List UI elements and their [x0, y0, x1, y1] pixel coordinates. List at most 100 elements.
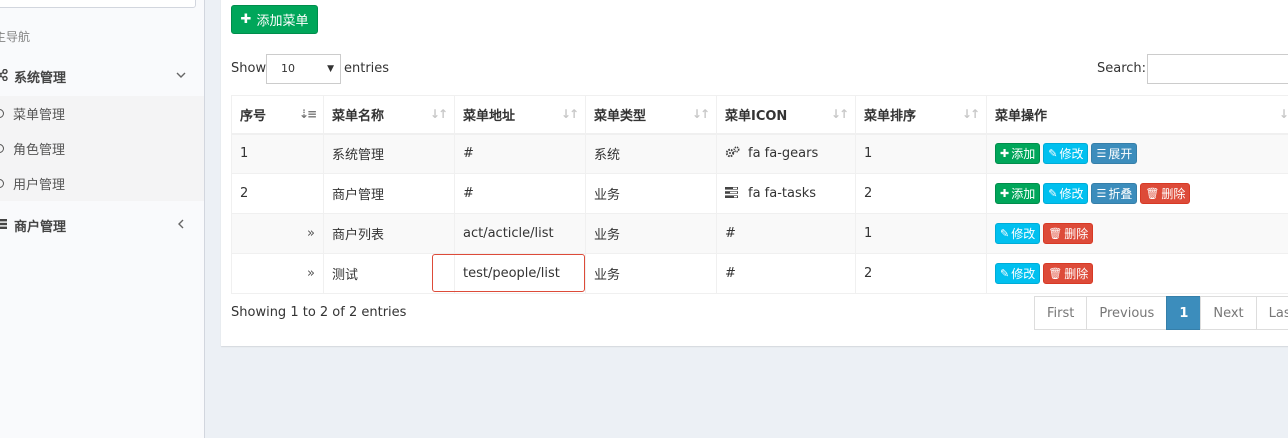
plus-icon: ✚ [1000, 147, 1010, 161]
cell-name: 测试 [323, 253, 455, 294]
caret-down-icon: ▼ [327, 64, 334, 74]
cell-icon-text: fa fa-tasks [748, 186, 817, 201]
cell-url: test/people/list [454, 253, 586, 294]
plus-icon: ✚ [1000, 187, 1010, 200]
add-menu-button[interactable]: ✚ 添加菜单 [231, 5, 318, 34]
edit-button[interactable]: ✎ 修改 [1043, 143, 1089, 165]
expand-button[interactable]: ☰ 展开 [1091, 143, 1138, 165]
column-header-index[interactable]: 序号 ⇣≡ [231, 95, 324, 135]
delete-button[interactable]: 🗑 删除 [1043, 263, 1094, 284]
sidebar-subitem-role[interactable]: 角色管理 [0, 131, 204, 166]
entries-label: entries [344, 61, 390, 76]
column-header-name[interactable]: 菜单名称 ↓↑ [323, 95, 455, 135]
tasks-icon [0, 218, 8, 233]
sidebar-item-label: 商户管理 [14, 219, 67, 235]
cell-actions: ✎ 修改 🗑 删除 [986, 213, 1288, 254]
column-header-icon[interactable]: 菜单ICON ↓↑ [716, 95, 856, 135]
table-info: Showing 1 to 2 of 2 entries [231, 305, 407, 320]
cell-actions: ✎ 修改 🗑 删除 [986, 253, 1288, 294]
table-row[interactable]: » 测试 test/people/list 业务 # 2 ✎ 修改 🗑 删除 [231, 253, 1288, 294]
sidebar-item-merchant[interactable]: 商户管理 [0, 208, 204, 242]
cell-name: 系统管理 [323, 133, 455, 174]
edit-button[interactable]: ✎ 修改 [995, 263, 1041, 284]
collapse-button[interactable]: ☰ 折叠 [1091, 183, 1138, 204]
cell-url: # [454, 173, 586, 214]
circle-icon [0, 179, 4, 188]
sidebar-search-input[interactable] [0, 0, 196, 8]
sort-icon: ↓↑ [691, 107, 710, 121]
show-label: Show [231, 61, 267, 76]
column-header-url[interactable]: 菜单地址 ↓↑ [454, 95, 586, 135]
cell-actions: ✚ 添加 ✎ 修改 ☰ 展开 [986, 133, 1288, 174]
edit-icon: ✎ [1048, 187, 1058, 200]
delete-button[interactable]: 🗑 删除 [1140, 183, 1191, 204]
cell-index: 1 [231, 133, 324, 174]
sidebar-item-label: 系统管理 [14, 70, 67, 86]
sort-icon: ↓↑ [961, 107, 980, 121]
sidebar-header: 主导航 [0, 30, 31, 44]
add-menu-label: 添加菜单 [256, 14, 309, 29]
page-length-value: 10 [281, 62, 295, 75]
search-input[interactable] [1147, 54, 1288, 84]
cell-order: 2 [855, 253, 987, 294]
delete-button[interactable]: 🗑 删除 [1043, 223, 1094, 244]
sort-asc-icon: ⇣≡ [298, 107, 317, 121]
search-label: Search: [1097, 61, 1147, 76]
chevron-down-icon [176, 69, 186, 83]
cell-icon-text: fa fa-gears [748, 146, 819, 162]
list-icon: ☰ [1096, 187, 1107, 200]
sort-icon: ↓↑ [429, 107, 448, 121]
share-alt-icon [0, 68, 8, 84]
table-header-row: 序号 ⇣≡ 菜单名称 ↓↑ 菜单地址 ↓↑ 菜单类型 ↓↑ 菜单ICON ↓↑ 菜单排序 ↓… [231, 95, 1288, 135]
plus-icon: ✚ [240, 12, 252, 27]
pager-last[interactable]: Last [1255, 296, 1288, 330]
sidebar-subitem-label: 菜单管理 [13, 108, 66, 123]
page-length-select[interactable]: 10 ▼ [266, 54, 341, 84]
table-row[interactable]: 2 商户管理 # 业务 fa fa-tasks 2 ✚ 添加 ✎ 修改 ☰ 折叠 🗑 删… [231, 173, 1288, 214]
pager-previous[interactable]: Previous [1086, 296, 1168, 330]
sort-icon: ↓↑ [830, 107, 849, 121]
cell-icon: fa fa-gears [716, 133, 856, 174]
cell-index: 2 [231, 173, 324, 214]
cell-icon: fa fa-tasks [716, 173, 856, 214]
add-child-button[interactable]: ✚ 添加 [995, 183, 1041, 204]
sidebar-subitem-user[interactable]: 用户管理 [0, 166, 204, 201]
edit-button[interactable]: ✎ 修改 [1043, 183, 1089, 204]
gears-icon [725, 146, 741, 161]
sort-icon: ↓↑ [560, 107, 579, 121]
cell-indent: » [231, 213, 324, 254]
edit-icon: ✎ [1000, 227, 1010, 240]
sidebar: 主导航 系统管理 菜单管理 角色管理 用户管理 商户管理 [0, 0, 205, 438]
cell-order: 2 [855, 173, 987, 214]
column-header-order[interactable]: 菜单排序 ↓↑ [855, 95, 987, 135]
edit-button[interactable]: ✎ 修改 [995, 223, 1041, 244]
edit-icon: ✎ [1000, 267, 1010, 280]
cell-type: 系统 [585, 133, 717, 174]
add-child-button[interactable]: ✚ 添加 [995, 143, 1041, 165]
sidebar-subitem-label: 角色管理 [13, 143, 66, 158]
cell-type: 业务 [585, 253, 717, 294]
list-icon: ☰ [1096, 147, 1107, 161]
cell-type: 业务 [585, 173, 717, 214]
trash-icon: 🗑 [1145, 187, 1160, 200]
table-row[interactable]: 1 系统管理 # 系统 fa fa-gears 1 ✚ 添加 ✎ 修改 ☰ 展开 [231, 133, 1288, 174]
table-row[interactable]: » 商户列表 act/acticle/list 业务 # 1 ✎ 修改 🗑 删除 [231, 213, 1288, 254]
cell-name: 商户管理 [323, 173, 455, 214]
cell-name: 商户列表 [323, 213, 455, 254]
pager-next[interactable]: Next [1200, 296, 1257, 330]
pager-first[interactable]: First [1034, 296, 1088, 330]
cell-type: 业务 [585, 213, 717, 254]
chevron-left-icon [176, 218, 186, 232]
pagination: First Previous 1 Next Last [1034, 296, 1288, 330]
column-header-type[interactable]: 菜单类型 ↓↑ [585, 95, 717, 135]
edit-icon: ✎ [1048, 147, 1058, 161]
sidebar-subitem-menu[interactable]: 菜单管理 [0, 96, 204, 131]
cell-url: act/acticle/list [454, 213, 586, 254]
circle-icon [0, 109, 4, 118]
trash-icon: 🗑 [1048, 227, 1063, 240]
column-header-actions[interactable]: 菜单操作↓↑ [986, 95, 1288, 135]
trash-icon: 🗑 [1048, 267, 1063, 280]
sidebar-item-system[interactable]: 系统管理 [0, 59, 204, 93]
pager-page-1[interactable]: 1 [1166, 296, 1202, 330]
sort-icon: ↓↑ [1278, 107, 1288, 121]
